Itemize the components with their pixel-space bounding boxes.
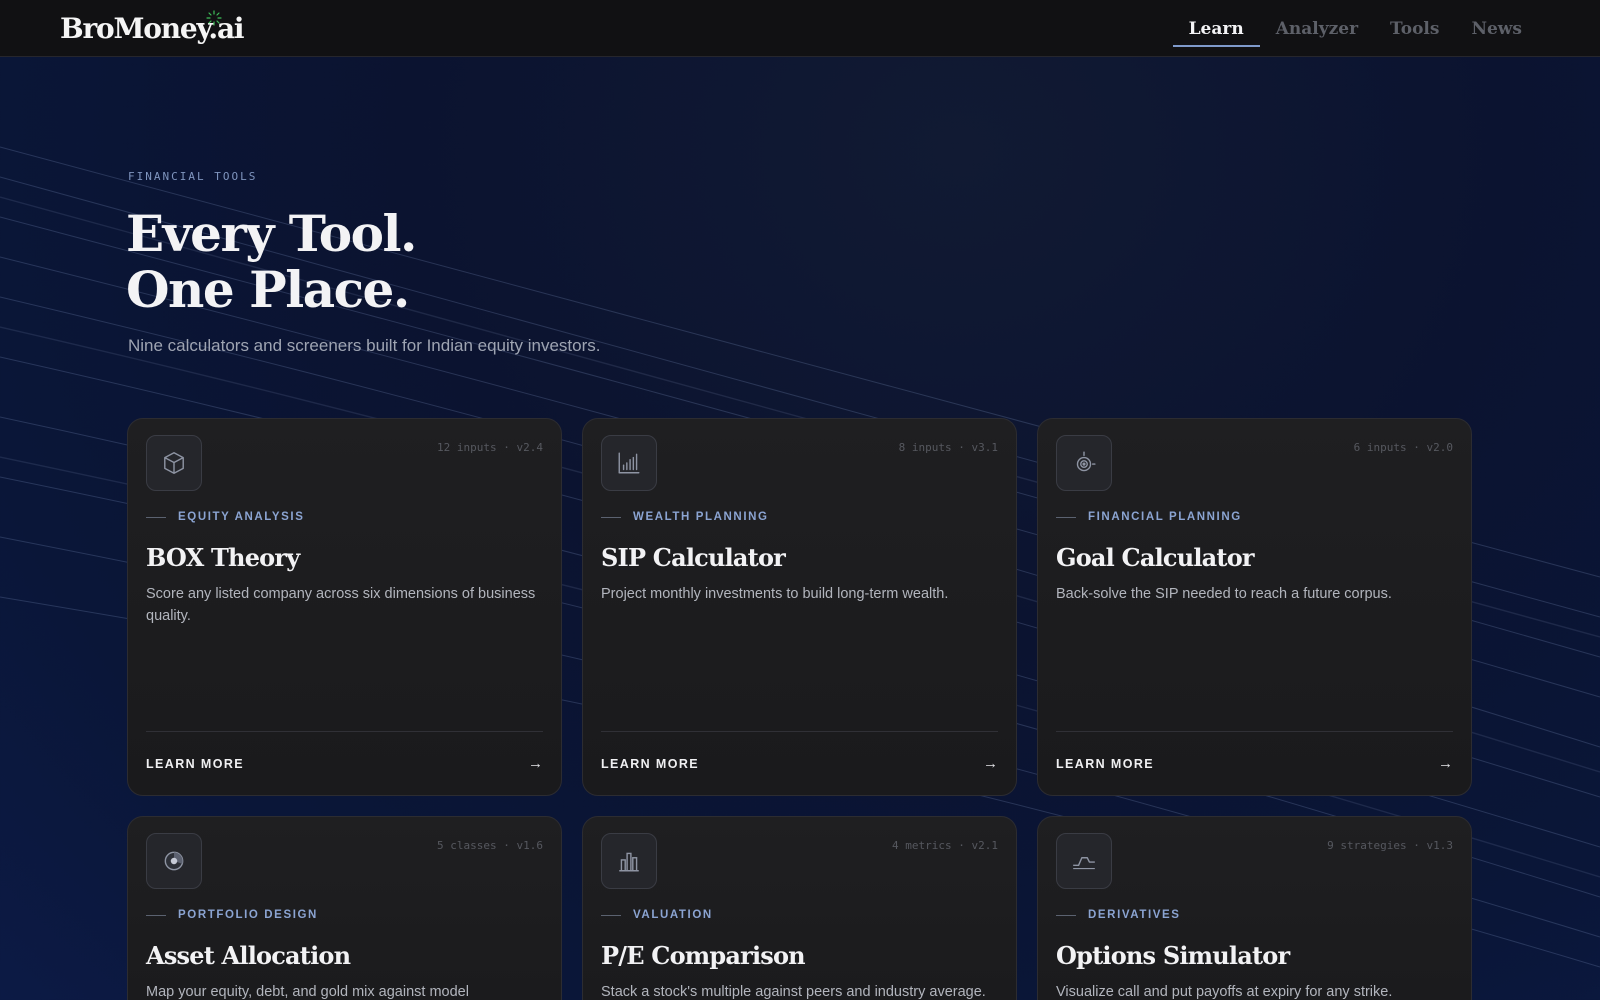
card-title: P/E Comparison [601, 941, 806, 970]
card-title: SIP Calculator [601, 543, 786, 572]
card-description: Back-solve the SIP needed to reach a fut… [1056, 586, 1392, 602]
nav-learn[interactable]: Learn [1172, 0, 1260, 57]
card-meta: 6 inputs · v2.0 [1353, 441, 1453, 454]
card-category: VALUATION [601, 909, 713, 921]
tool-card-sip-calculator[interactable]: 8 inputs · v3.1 WEALTH PLANNING SIP Calc… [582, 418, 1017, 796]
tool-card-goal-calculator[interactable]: 6 inputs · v2.0 FINANCIAL PLANNING Goal … [1037, 418, 1472, 796]
card-meta: 8 inputs · v3.1 [898, 441, 998, 454]
top-navigation-bar: BroMoney.ai Learn Analyzer Tools News [0, 0, 1600, 57]
card-category: DERIVATIVES [1056, 909, 1181, 921]
card-description: Map your equity, debt, and gold mix agai… [146, 984, 469, 1000]
hero-title-line-1: Every Tool. [126, 204, 417, 263]
learn-more-label: LEARN MORE [601, 756, 700, 771]
card-title: BOX Theory [146, 543, 300, 572]
card-description: Score any listed company across six dime… [146, 586, 536, 624]
cube-icon [146, 435, 202, 491]
card-meta: 12 inputs · v2.4 [437, 441, 543, 454]
card-category-label: PORTFOLIO DESIGN [178, 909, 318, 921]
card-title: Goal Calculator [1056, 543, 1255, 572]
hero-eyebrow: FINANCIAL TOOLS [128, 170, 258, 183]
tool-card-box-theory[interactable]: 12 inputs · v2.4 EQUITY ANALYSIS BOX The… [127, 418, 562, 796]
card-category-label: DERIVATIVES [1088, 909, 1181, 921]
nav-tools[interactable]: Tools [1374, 0, 1455, 57]
card-description: Stack a stock's multiple against peers a… [601, 984, 986, 1000]
tool-card-pe-comparison[interactable]: 4 metrics · v2.1 VALUATION P/E Compariso… [582, 816, 1017, 1000]
card-category-label: WEALTH PLANNING [633, 511, 769, 523]
card-description: Project monthly investments to build lon… [601, 586, 949, 602]
nav-news[interactable]: News [1455, 0, 1538, 57]
hero-title-line-2: One Place. [126, 260, 410, 319]
card-category: FINANCIAL PLANNING [1056, 511, 1242, 523]
arrow-right-icon: → [1438, 755, 1453, 772]
learn-more-link[interactable]: LEARN MORE → [1056, 755, 1453, 772]
tool-card-asset-allocation[interactable]: 5 classes · v1.6 PORTFOLIO DESIGN Asset … [127, 816, 562, 1000]
card-divider [146, 731, 543, 732]
card-description: Visualize call and put payoffs at expiry… [1056, 984, 1393, 1000]
card-meta: 9 strategies · v1.3 [1327, 839, 1453, 852]
nav-analyzer[interactable]: Analyzer [1260, 0, 1374, 57]
payoff-chart-icon [1056, 833, 1112, 889]
card-category: EQUITY ANALYSIS [146, 511, 304, 523]
card-meta: 5 classes · v1.6 [437, 839, 543, 852]
card-divider [1056, 731, 1453, 732]
learn-more-label: LEARN MORE [1056, 756, 1155, 771]
columns-chart-icon [601, 833, 657, 889]
card-divider [601, 731, 998, 732]
card-category-label: FINANCIAL PLANNING [1088, 511, 1242, 523]
learn-more-label: LEARN MORE [146, 756, 245, 771]
card-title: Options Simulator [1056, 941, 1290, 970]
card-category-label: EQUITY ANALYSIS [178, 511, 305, 523]
arrow-right-icon: → [983, 755, 998, 772]
pie-chart-icon [146, 833, 202, 889]
learn-more-link[interactable]: LEARN MORE → [146, 755, 543, 772]
card-category: PORTFOLIO DESIGN [146, 909, 318, 921]
target-icon [1056, 435, 1112, 491]
arrow-right-icon: → [528, 755, 543, 772]
card-category: WEALTH PLANNING [601, 511, 769, 523]
sparkle-icon [206, 10, 222, 26]
main-nav: Learn Analyzer Tools News [1172, 0, 1538, 57]
card-category-label: VALUATION [633, 909, 713, 921]
card-meta: 4 metrics · v2.1 [892, 839, 998, 852]
bar-chart-icon [601, 435, 657, 491]
learn-more-link[interactable]: LEARN MORE → [601, 755, 998, 772]
hero-subtitle: Nine calculators and screeners built for… [128, 336, 601, 355]
hero-title: Every Tool. One Place. [126, 204, 417, 319]
tool-card-options-simulator[interactable]: 9 strategies · v1.3 DERIVATIVES Options … [1037, 816, 1472, 1000]
card-title: Asset Allocation [146, 941, 351, 970]
